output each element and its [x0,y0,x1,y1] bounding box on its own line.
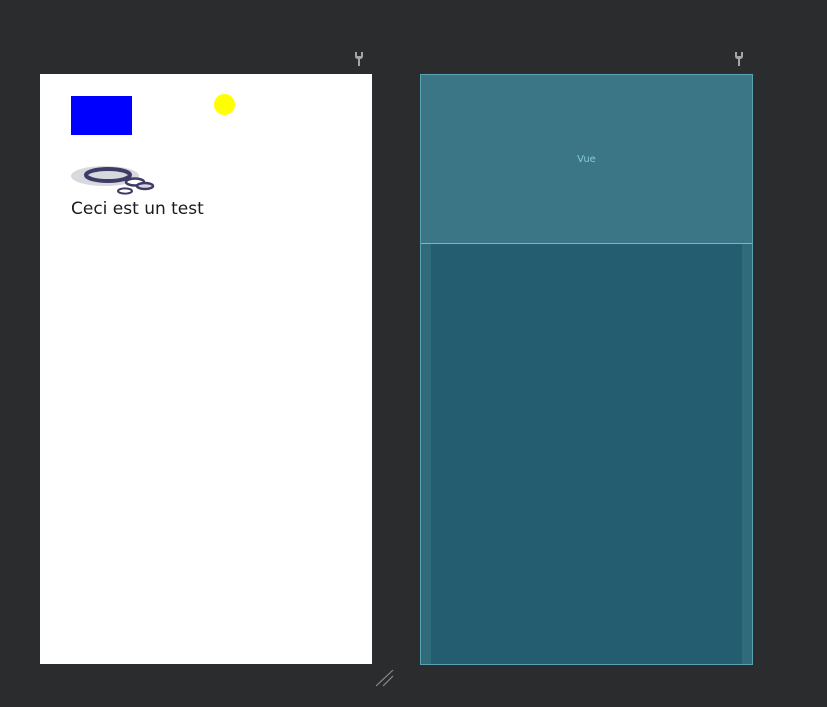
blueprint-settings-wrench-icon[interactable] [733,52,745,66]
blueprint-surface[interactable]: Vue [420,74,753,665]
resize-handle-icon[interactable] [375,669,395,687]
design-settings-wrench-icon[interactable] [353,52,365,66]
blueprint-view-outline[interactable]: Vue [421,75,752,244]
image-view-logo[interactable] [69,164,157,198]
design-surface[interactable]: Ceci est un test [40,74,372,664]
text-view[interactable]: Ceci est un test [71,199,204,219]
yellow-circle-view[interactable] [214,94,235,115]
blueprint-view-label: Vue [577,154,596,165]
blue-rectangle-view[interactable] [71,96,132,135]
